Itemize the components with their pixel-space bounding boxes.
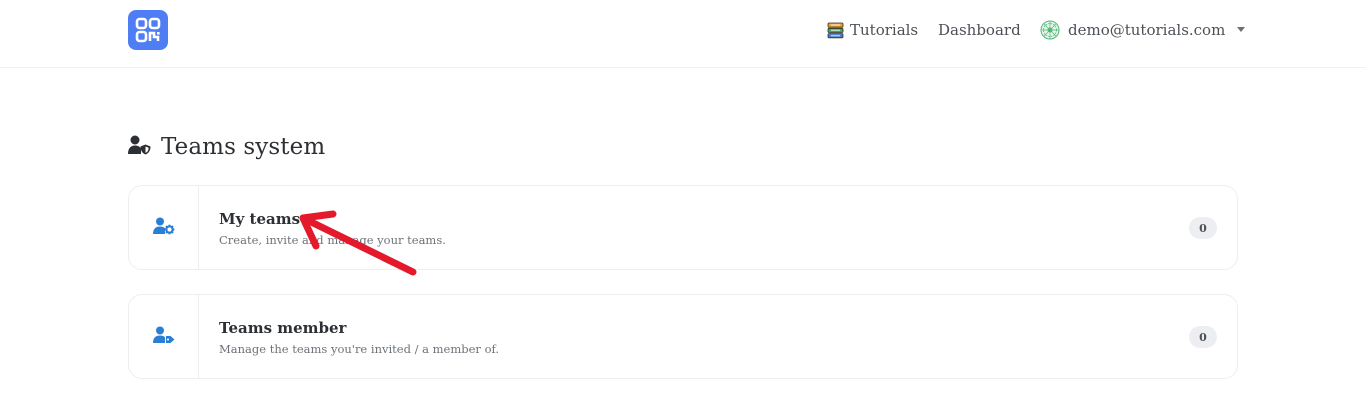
card-icon-cell bbox=[129, 186, 199, 269]
count-badge: 0 bbox=[1189, 326, 1217, 348]
card-title[interactable]: My teams bbox=[219, 210, 300, 228]
user-email[interactable]: demo@tutorials.com bbox=[1068, 21, 1225, 39]
my-teams-card[interactable]: My teams Create, invite and manage your … bbox=[128, 185, 1238, 270]
card-title[interactable]: Teams member bbox=[219, 319, 346, 337]
card-description: Create, invite and manage your teams. bbox=[219, 233, 446, 247]
user-tag-icon bbox=[152, 326, 175, 348]
card-description: Manage the teams you're invited / a memb… bbox=[219, 342, 500, 356]
teams-member-card[interactable]: Teams member Manage the teams you're inv… bbox=[128, 294, 1238, 379]
navbar: Tutorials Dashboard demo@tutorials.com bbox=[0, 0, 1366, 68]
dashboard-link[interactable]: Dashboard bbox=[938, 20, 1021, 40]
dashboard-label[interactable]: Dashboard bbox=[938, 21, 1021, 39]
tutorials-link[interactable]: Tutorials bbox=[827, 20, 918, 40]
tutorials-label[interactable]: Tutorials bbox=[850, 21, 918, 39]
qr-code-logo[interactable] bbox=[128, 10, 168, 50]
caret-down-icon[interactable] bbox=[1237, 26, 1246, 32]
books-icon bbox=[827, 22, 844, 39]
user-cog-icon bbox=[152, 217, 175, 239]
user-menu[interactable]: demo@tutorials.com bbox=[1040, 20, 1246, 40]
count-badge: 0 bbox=[1189, 217, 1217, 239]
page-title: Teams system bbox=[128, 132, 325, 162]
globe-avatar-icon bbox=[1040, 20, 1060, 40]
page-title-text: Teams system bbox=[161, 134, 326, 160]
card-icon-cell bbox=[129, 295, 199, 378]
user-shield-icon bbox=[128, 135, 151, 159]
